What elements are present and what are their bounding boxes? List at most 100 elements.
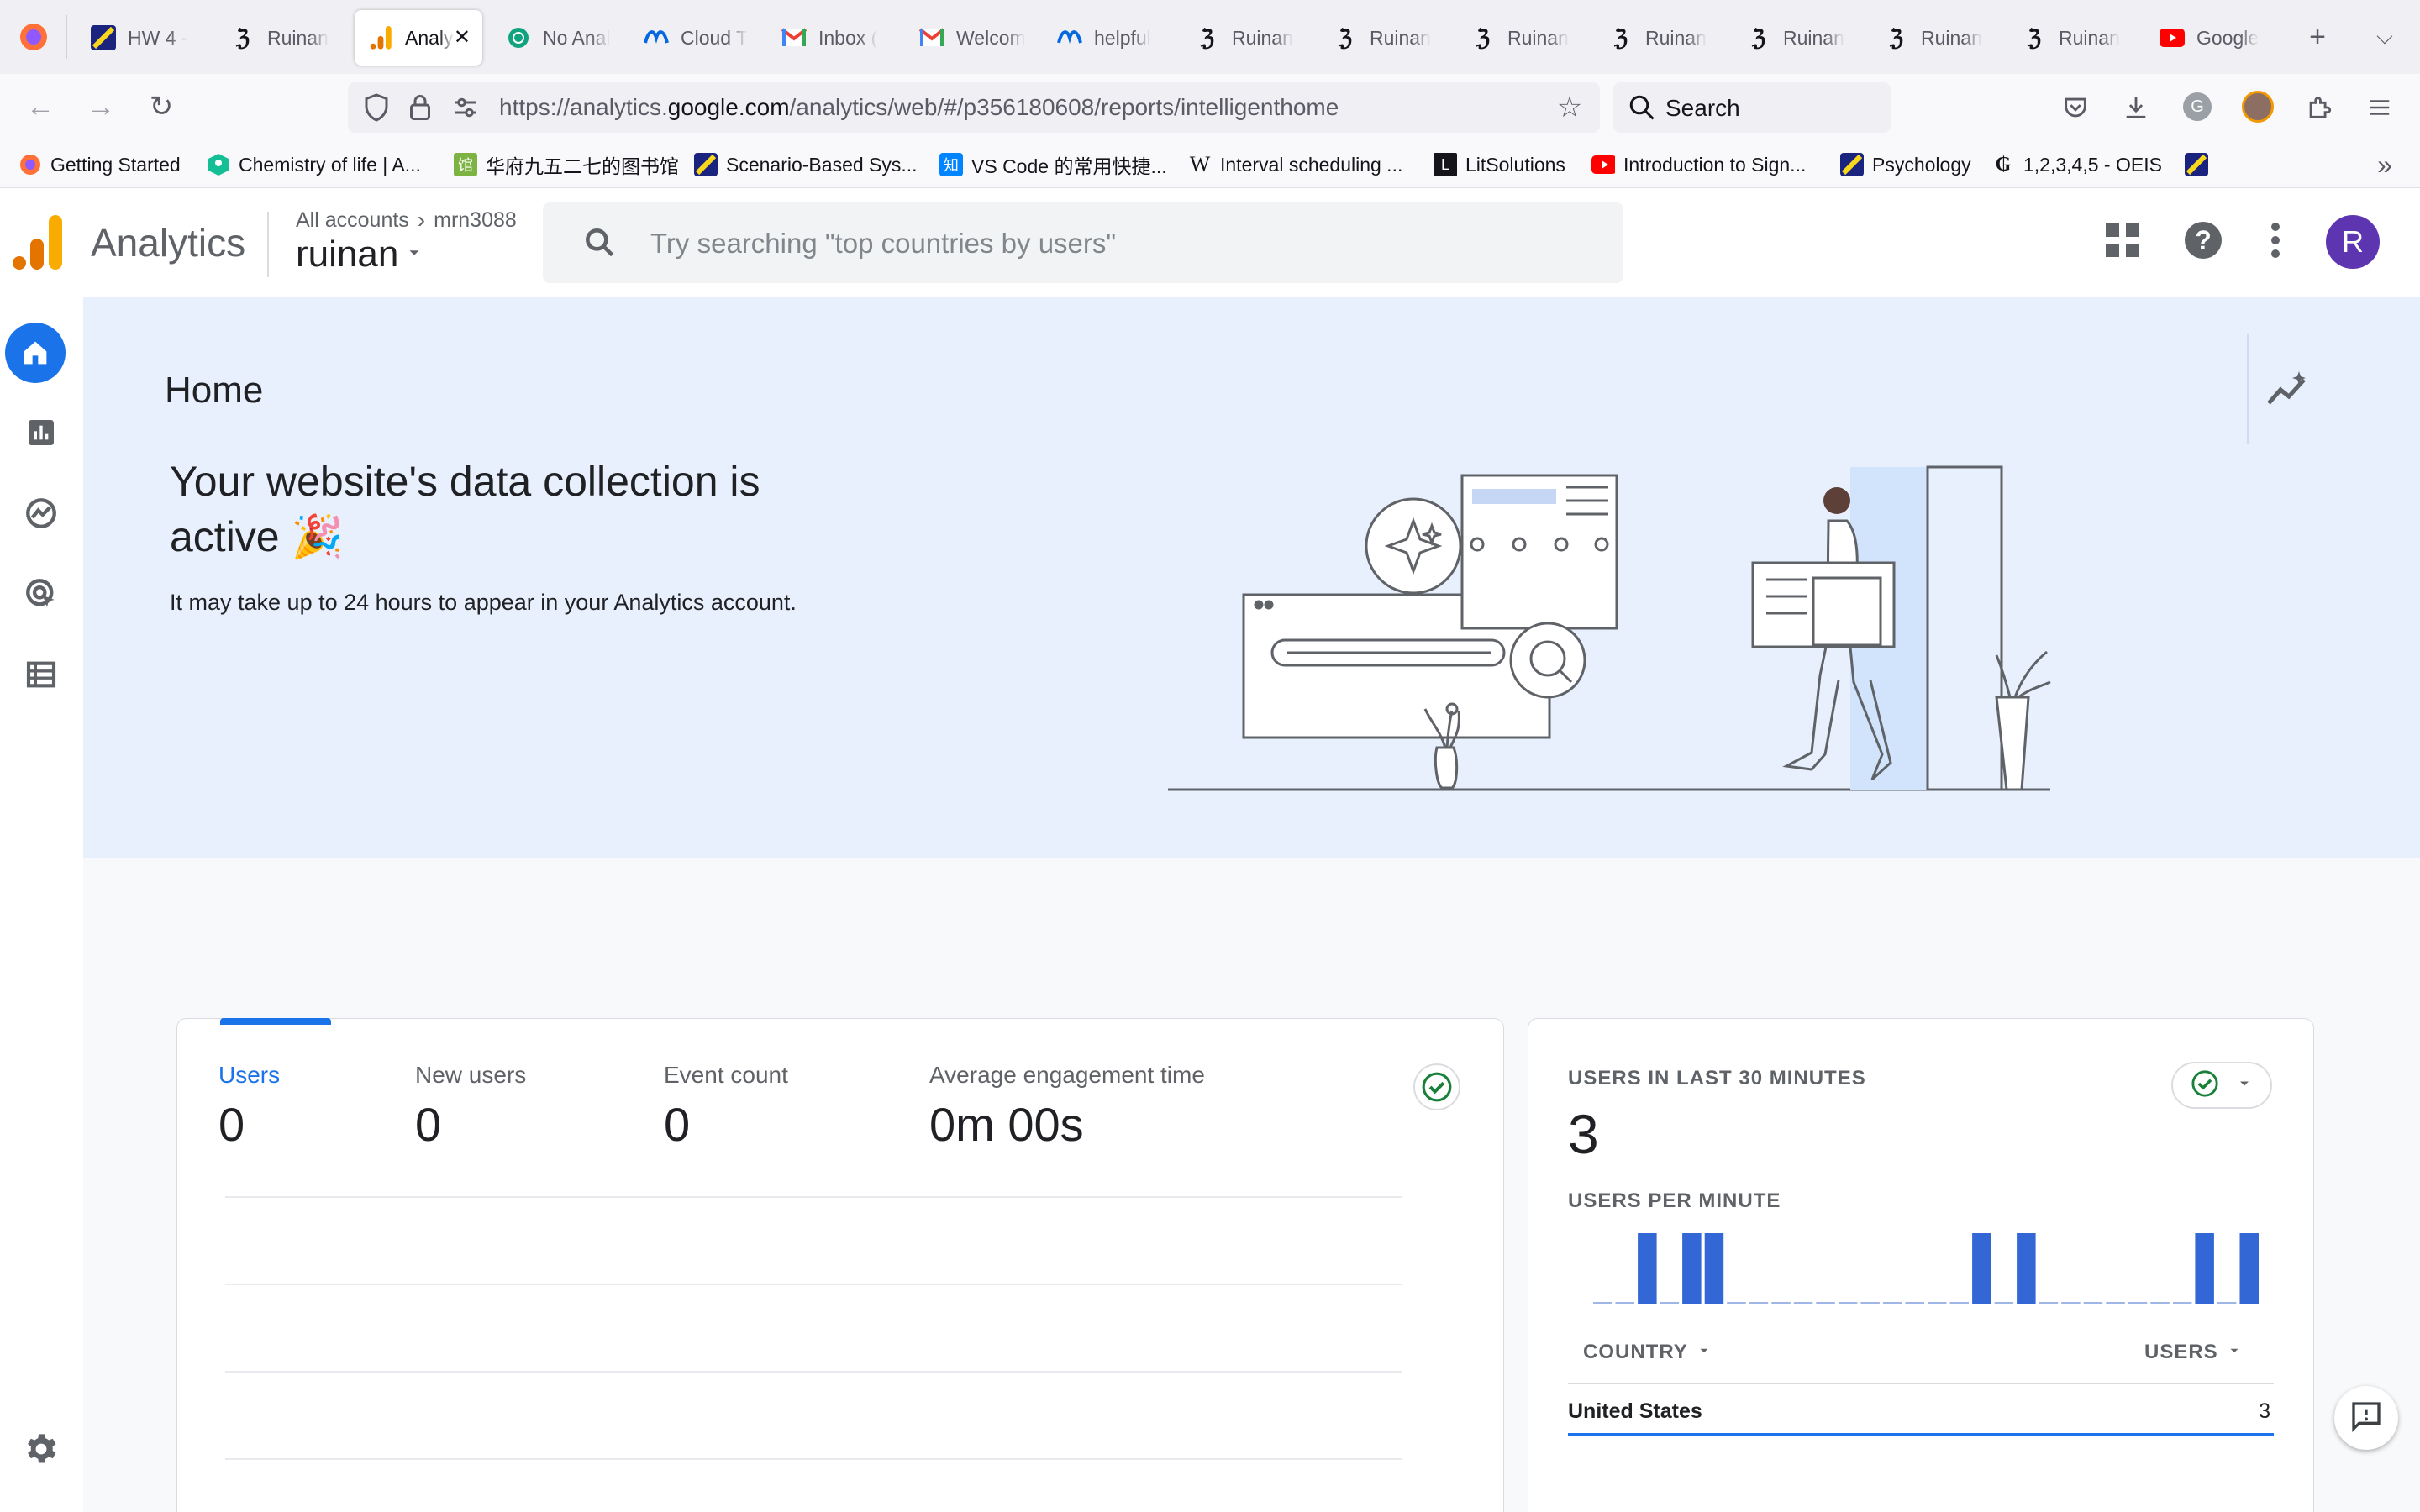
chart-bar[interactable] <box>1660 1302 1680 1304</box>
bookmark-item[interactable]: Chemistry of life | A... <box>207 151 421 178</box>
nav-configure-list-icon[interactable] <box>15 648 67 701</box>
bookmark-star-icon[interactable]: ☆ <box>1549 87 1590 128</box>
breadcrumb-all-accounts[interactable]: All accounts <box>296 208 409 233</box>
browser-tab[interactable]: Welcom <box>906 10 1032 66</box>
help-icon[interactable]: ? <box>2185 222 2222 259</box>
chart-bar[interactable] <box>1771 1302 1791 1304</box>
reload-icon[interactable]: ↻ <box>141 87 182 127</box>
chart-bar[interactable] <box>1793 1302 1813 1304</box>
realtime-status-dropdown[interactable] <box>2171 1062 2272 1109</box>
bookmark-item[interactable]: Getting Started <box>18 151 181 178</box>
browser-tab[interactable]: ℨ Ruinan <box>1457 10 1583 66</box>
bookmarks-overflow-chevron-icon[interactable]: » <box>2365 144 2405 185</box>
browser-tab[interactable]: Google <box>2146 10 2272 66</box>
chart-bar[interactable] <box>2239 1233 2260 1304</box>
more-vert-icon[interactable] <box>2265 222 2286 263</box>
chart-bar[interactable] <box>1749 1302 1769 1304</box>
bookmark-item[interactable]: Psychology <box>1840 151 1971 178</box>
lock-icon[interactable] <box>405 92 435 127</box>
admin-settings-gear-icon[interactable] <box>15 1423 67 1475</box>
browser-tab[interactable]: HW 4 - <box>77 10 203 66</box>
chart-bar[interactable] <box>2195 1233 2214 1304</box>
bookmark-item[interactable]: ₲ 1,2,3,4,5 - OEIS <box>1991 151 2162 178</box>
extensions-puzzle-icon[interactable] <box>2299 87 2339 128</box>
chart-bar[interactable] <box>2106 1302 2125 1304</box>
chart-bar[interactable] <box>1816 1302 1835 1304</box>
url-text[interactable]: https://analytics.google.com/analytics/w… <box>499 94 1339 121</box>
chart-bar[interactable] <box>1727 1302 1746 1304</box>
chart-bar[interactable] <box>2039 1302 2059 1304</box>
table-row[interactable]: United States 3 <box>1568 1396 2274 1436</box>
nav-explore-icon[interactable] <box>15 487 67 539</box>
chart-bar[interactable] <box>2061 1302 2081 1304</box>
chart-bar[interactable] <box>2017 1233 2036 1304</box>
nav-advertising-icon[interactable] <box>15 568 67 620</box>
ga-search-box[interactable]: Try searching "top countries by users" <box>543 202 1623 283</box>
bookmark-item[interactable]: 知 VS Code 的常用快捷... <box>939 151 1167 178</box>
shield-icon[interactable] <box>361 92 392 127</box>
chart-bar[interactable] <box>1972 1233 1991 1304</box>
nav-reports-icon[interactable] <box>15 407 67 459</box>
country-column-header[interactable]: COUNTRY <box>1583 1341 1712 1364</box>
browser-tab[interactable]: Cloud T <box>630 10 756 66</box>
data-status-check-icon[interactable] <box>1413 1063 1460 1110</box>
chart-bar[interactable] <box>1638 1233 1657 1304</box>
chart-bar[interactable] <box>2217 1302 2237 1304</box>
app-menu-hamburger-icon[interactable] <box>2360 87 2400 128</box>
bookmark-item[interactable]: W Interval scheduling ... <box>1188 151 1403 178</box>
permissions-icon[interactable] <box>450 92 481 127</box>
chart-bar[interactable] <box>1615 1302 1635 1304</box>
property-selector[interactable]: ruinan <box>296 234 424 276</box>
forward-arrow-icon[interactable]: → <box>81 87 121 127</box>
bookmark-item[interactable] <box>2185 151 2208 178</box>
back-arrow-icon[interactable]: ← <box>20 87 60 127</box>
browser-tab[interactable]: ℨ Ruinan <box>1733 10 1859 66</box>
browser-tab[interactable]: No Anal <box>492 10 618 66</box>
browser-tab[interactable]: ℨ Ruinan <box>2008 10 2134 66</box>
chart-bar[interactable] <box>1704 1233 1724 1304</box>
chart-bar[interactable] <box>1949 1302 1970 1304</box>
bookmark-item[interactable]: 馆华府九五二七的图书馆 <box>454 151 679 178</box>
chart-bar[interactable] <box>1994 1302 2014 1304</box>
grammarly-extension-icon[interactable]: G <box>2183 92 2212 121</box>
url-bar[interactable]: https://analytics.google.com/analytics/w… <box>348 82 1600 133</box>
pocket-icon[interactable] <box>2055 87 2096 128</box>
nav-home-icon[interactable] <box>5 323 66 383</box>
chart-bar[interactable] <box>2172 1302 2192 1304</box>
browser-tab[interactable]: ℨ Ruinan <box>1595 10 1721 66</box>
insights-sparkle-icon[interactable] <box>2267 370 2309 411</box>
chart-bar[interactable] <box>1860 1302 1880 1304</box>
apps-grid-icon[interactable] <box>2106 223 2139 261</box>
chart-bar[interactable] <box>1928 1302 1947 1304</box>
chart-bar[interactable] <box>2128 1302 2148 1304</box>
chart-bar[interactable] <box>2150 1302 2170 1304</box>
analytics-logo-icon[interactable] <box>12 215 62 275</box>
chart-bar[interactable] <box>1682 1233 1702 1304</box>
browser-tab[interactable]: Inbox ( <box>768 10 894 66</box>
bookmark-item[interactable]: Scenario-Based Sys... <box>694 151 918 178</box>
chart-bar[interactable] <box>1838 1302 1858 1304</box>
browser-tab[interactable]: ℨ Ruinan <box>1319 10 1445 66</box>
chart-bar[interactable] <box>2083 1302 2103 1304</box>
browser-tab[interactable]: ℨ Ruinan <box>217 10 343 66</box>
browser-tab[interactable]: Analy ✕ <box>355 10 482 66</box>
browser-tab[interactable]: ℨ Ruinan <box>1181 10 1307 66</box>
browser-tab[interactable]: helpful <box>1044 10 1170 66</box>
new-tab-plus-icon[interactable]: + <box>2297 17 2338 57</box>
bookmark-item[interactable]: Introduction to Sign... <box>1591 151 1806 178</box>
feedback-button[interactable] <box>2334 1386 2398 1450</box>
avatar[interactable]: R <box>2326 215 2380 269</box>
tampermonkey-extension-icon[interactable] <box>2242 91 2274 123</box>
browser-tab[interactable]: ℨ Ruinan <box>1870 10 1996 66</box>
product-name[interactable]: Analytics <box>91 220 245 265</box>
chart-bar[interactable] <box>1905 1302 1925 1304</box>
downloads-icon[interactable] <box>2116 87 2156 128</box>
firefox-view-icon[interactable] <box>17 20 50 58</box>
close-tab-icon[interactable]: ✕ <box>454 25 471 50</box>
chart-bar[interactable] <box>1593 1302 1612 1304</box>
breadcrumb-account[interactable]: mrn3088 <box>434 208 517 233</box>
bookmark-item[interactable]: L LitSolutions <box>1434 151 1565 178</box>
chart-bar[interactable] <box>1882 1302 1902 1304</box>
browser-search-bar[interactable]: Search <box>1613 82 1891 133</box>
users-column-header[interactable]: USERS <box>2144 1341 2242 1364</box>
